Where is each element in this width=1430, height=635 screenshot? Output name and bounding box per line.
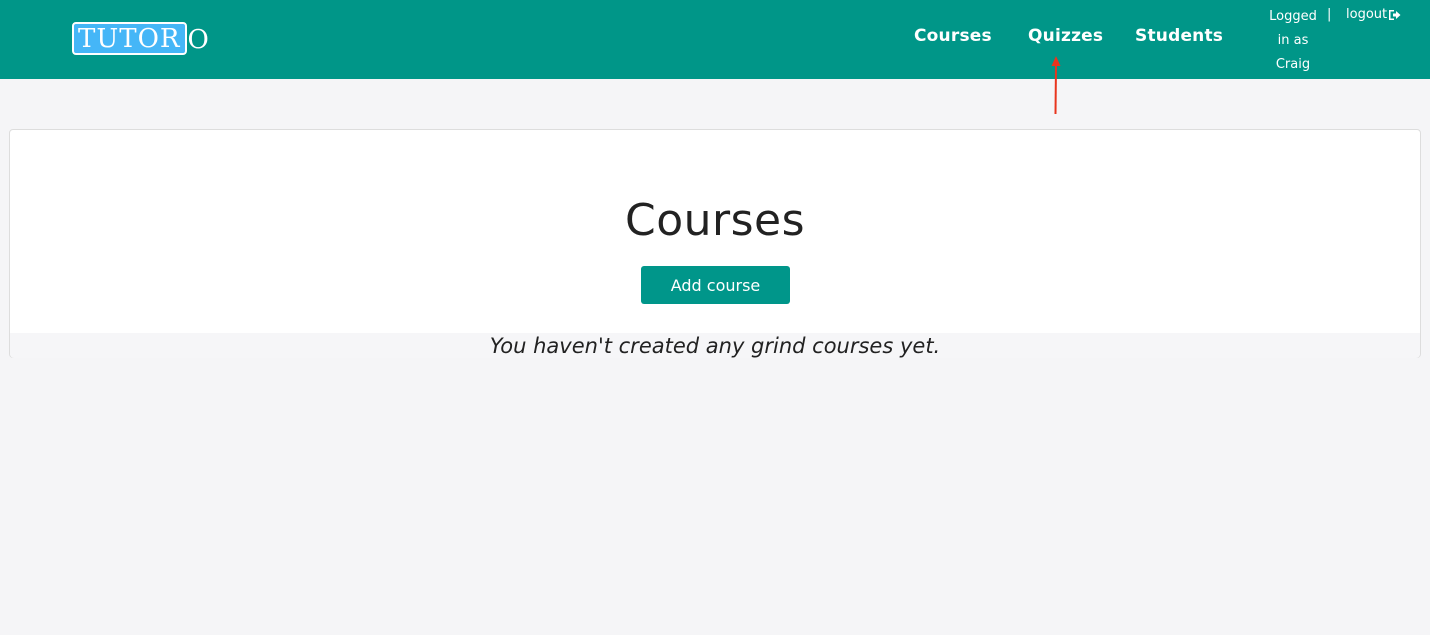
nav-link-students[interactable]: Students xyxy=(1135,26,1223,46)
empty-state-strip: You haven't created any grind courses ye… xyxy=(10,333,1420,358)
logged-in-line-2: in as xyxy=(1277,33,1309,48)
logout-label: logout xyxy=(1346,7,1388,22)
empty-state-message: You haven't created any grind courses ye… xyxy=(489,334,941,358)
user-separator: | xyxy=(1327,7,1332,22)
page-title: Courses xyxy=(624,195,806,246)
nav-link-quizzes[interactable]: Quizzes xyxy=(1028,26,1103,46)
logged-in-line-1: Logged xyxy=(1269,9,1317,24)
logged-in-status: Logged in as Craig xyxy=(1262,5,1324,77)
red-annotation-arrow-icon xyxy=(1051,56,1061,115)
add-course-button[interactable]: Add course xyxy=(641,266,790,304)
logo-boxed-text: TUTOR xyxy=(72,22,187,55)
nav-link-courses[interactable]: Courses xyxy=(914,26,992,46)
sign-out-icon xyxy=(1389,10,1401,20)
top-navbar: TUTOR O Courses Quizzes Students Logged … xyxy=(0,0,1430,79)
courses-card: Courses Add course You haven't created a… xyxy=(9,129,1421,358)
logout-link[interactable]: logout xyxy=(1346,5,1401,25)
logged-in-username: Craig xyxy=(1275,57,1311,72)
tutoro-logo[interactable]: TUTOR O xyxy=(72,22,209,55)
logo-tail-text: O xyxy=(187,25,209,55)
